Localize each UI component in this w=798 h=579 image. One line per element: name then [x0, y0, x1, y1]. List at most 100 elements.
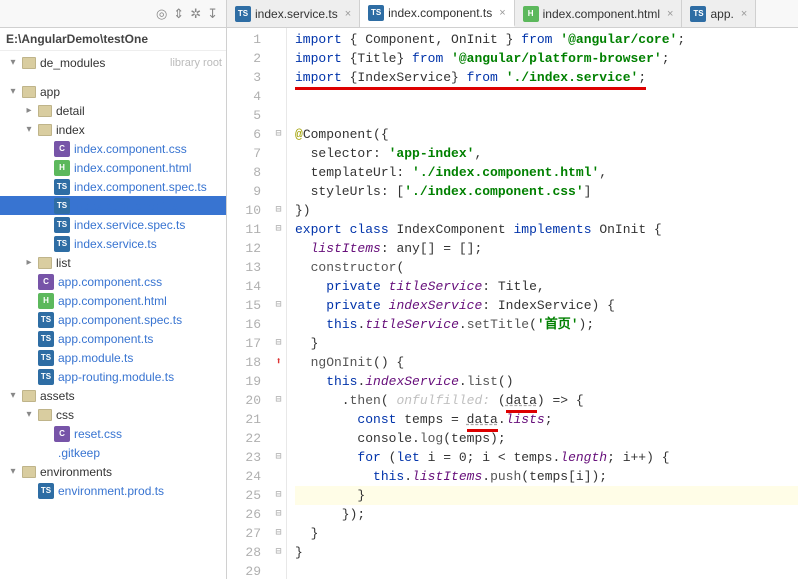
file-index-service-ts[interactable]: TSindex.service.ts: [0, 234, 226, 253]
twisty-icon[interactable]: ▾: [8, 86, 18, 97]
code-line[interactable]: listItems: any[] = [];: [295, 239, 798, 258]
twisty-icon[interactable]: ▾: [24, 124, 34, 135]
fold-marker[interactable]: [271, 467, 286, 486]
fold-marker[interactable]: [271, 182, 286, 201]
fold-marker[interactable]: [271, 106, 286, 125]
tab-app-[interactable]: TSapp.×: [682, 0, 756, 27]
code-line[interactable]: this.indexService.list(): [295, 372, 798, 391]
fold-marker[interactable]: [271, 429, 286, 448]
code-line[interactable]: export class IndexComponent implements O…: [295, 220, 798, 239]
folder-index[interactable]: ▾index: [0, 120, 226, 139]
file-index-component-html[interactable]: Hindex.component.html: [0, 158, 226, 177]
locate-icon[interactable]: ◎: [156, 6, 167, 22]
folder-list[interactable]: ▸list: [0, 253, 226, 272]
code-line[interactable]: .then( onfulfilled: (data) => {: [295, 391, 798, 410]
fold-marker[interactable]: ⊟: [271, 543, 286, 562]
code-line[interactable]: }: [295, 334, 798, 353]
folder-app[interactable]: ▾app: [0, 82, 226, 101]
twisty-icon[interactable]: ▸: [24, 105, 34, 116]
folder-environments[interactable]: ▾environments: [0, 462, 226, 481]
fold-marker[interactable]: [271, 68, 286, 87]
fold-marker[interactable]: [271, 372, 286, 391]
code-line[interactable]: [295, 87, 798, 106]
code-line[interactable]: const temps = data.lists;: [295, 410, 798, 429]
file-reset-css[interactable]: Creset.css: [0, 424, 226, 443]
gear-icon[interactable]: ✲: [190, 6, 201, 22]
file-app-routing-module-ts[interactable]: TSapp-routing.module.ts: [0, 367, 226, 386]
code-line[interactable]: templateUrl: './index.component.html',: [295, 163, 798, 182]
twisty-icon[interactable]: ▾: [8, 57, 18, 68]
file-app-component-spec-ts[interactable]: TSapp.component.spec.ts: [0, 310, 226, 329]
fold-marker[interactable]: [271, 49, 286, 68]
code-line[interactable]: import { Component, OnInit } from '@angu…: [295, 30, 798, 49]
code-area[interactable]: import { Component, OnInit } from '@angu…: [287, 28, 798, 579]
fold-marker[interactable]: ⊟: [271, 448, 286, 467]
code-line[interactable]: styleUrls: ['./index.component.css']: [295, 182, 798, 201]
tab-index-component-html[interactable]: Hindex.component.html×: [515, 0, 683, 27]
fold-marker[interactable]: ⊟: [271, 201, 286, 220]
fold-marker[interactable]: [271, 562, 286, 579]
code-line[interactable]: this.listItems.push(temps[i]);: [295, 467, 798, 486]
folder-de_modules[interactable]: ▾de_moduleslibrary root: [0, 53, 226, 72]
code-line[interactable]: import {Title} from '@angular/platform-b…: [295, 49, 798, 68]
twisty-icon[interactable]: ▾: [8, 466, 18, 477]
code-line[interactable]: }: [295, 524, 798, 543]
file-app-component-html[interactable]: Happ.component.html: [0, 291, 226, 310]
collapse-all-icon[interactable]: ⇕: [173, 6, 184, 22]
code-line[interactable]: import {IndexService} from './index.serv…: [295, 68, 798, 87]
tab-index-service-ts[interactable]: TSindex.service.ts×: [227, 0, 360, 27]
code-line[interactable]: private indexService: IndexService) {: [295, 296, 798, 315]
fold-marker[interactable]: ⊟: [271, 334, 286, 353]
file-app-component-css[interactable]: Capp.component.css: [0, 272, 226, 291]
fold-marker[interactable]: [271, 144, 286, 163]
file-index-component-ts[interactable]: TSindex.component.ts: [0, 196, 226, 215]
file-environment-prod-ts[interactable]: TSenvironment.prod.ts: [0, 481, 226, 500]
code-line[interactable]: }: [295, 486, 798, 505]
fold-marker[interactable]: ⬆: [271, 353, 286, 372]
twisty-icon[interactable]: ▾: [24, 409, 34, 420]
code-line[interactable]: ngOnInit() {: [295, 353, 798, 372]
code-line[interactable]: }: [295, 543, 798, 562]
code-line[interactable]: [295, 562, 798, 579]
file-index-service-spec-ts[interactable]: TSindex.service.spec.ts: [0, 215, 226, 234]
fold-marker[interactable]: [271, 30, 286, 49]
fold-marker[interactable]: ⊟: [271, 524, 286, 543]
file-index-component-spec-ts[interactable]: TSindex.component.spec.ts: [0, 177, 226, 196]
fold-marker[interactable]: [271, 315, 286, 334]
close-icon[interactable]: ×: [345, 8, 351, 20]
fold-marker[interactable]: [271, 410, 286, 429]
editor[interactable]: 1234567891011121314151617181920212223242…: [227, 28, 798, 579]
folder-detail[interactable]: ▸detail: [0, 101, 226, 120]
folder-assets[interactable]: ▾assets: [0, 386, 226, 405]
fold-marker[interactable]: ⊟: [271, 505, 286, 524]
tab-index-component-ts[interactable]: TSindex.component.ts×: [360, 0, 515, 27]
twisty-icon[interactable]: ▸: [24, 257, 34, 268]
fold-marker[interactable]: ⊟: [271, 486, 286, 505]
code-line[interactable]: console.log(temps);: [295, 429, 798, 448]
code-line[interactable]: this.titleService.setTitle('首页');: [295, 315, 798, 334]
file--gitkeep[interactable]: .gitkeep: [0, 443, 226, 462]
fold-marker[interactable]: [271, 163, 286, 182]
code-line[interactable]: [295, 106, 798, 125]
folder-css[interactable]: ▾css: [0, 405, 226, 424]
file-index-component-css[interactable]: Cindex.component.css: [0, 139, 226, 158]
code-line[interactable]: constructor(: [295, 258, 798, 277]
fold-marker[interactable]: [271, 277, 286, 296]
file-app-module-ts[interactable]: TSapp.module.ts: [0, 348, 226, 367]
file-app-component-ts[interactable]: TSapp.component.ts: [0, 329, 226, 348]
fold-marker[interactable]: [271, 239, 286, 258]
close-icon[interactable]: ×: [667, 8, 673, 20]
twisty-icon[interactable]: ▾: [8, 390, 18, 401]
code-line[interactable]: }): [295, 201, 798, 220]
hide-icon[interactable]: ↧: [207, 6, 218, 22]
code-line[interactable]: });: [295, 505, 798, 524]
fold-marker[interactable]: [271, 87, 286, 106]
fold-marker[interactable]: ⊟: [271, 220, 286, 239]
code-line[interactable]: private titleService: Title,: [295, 277, 798, 296]
fold-marker[interactable]: ⊟: [271, 391, 286, 410]
close-icon[interactable]: ×: [741, 8, 747, 20]
code-line[interactable]: for (let i = 0; i < temps.length; i++) {: [295, 448, 798, 467]
fold-marker[interactable]: [271, 258, 286, 277]
fold-marker[interactable]: ⊟: [271, 296, 286, 315]
code-line[interactable]: @Component({: [295, 125, 798, 144]
